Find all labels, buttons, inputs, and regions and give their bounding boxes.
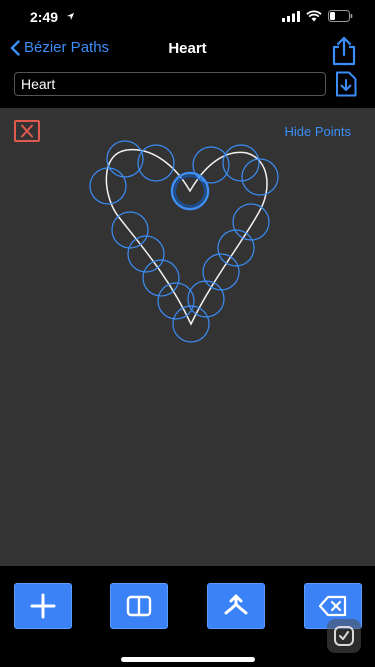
close-x-icon <box>14 120 40 142</box>
document-download-icon <box>336 71 357 97</box>
share-icon <box>332 36 356 66</box>
control-point[interactable] <box>89 167 127 205</box>
navigation-bar: Bézier Paths Heart <box>0 34 375 66</box>
merge-button[interactable] <box>207 583 265 629</box>
status-indicators <box>282 10 353 22</box>
location-arrow-icon <box>66 12 75 21</box>
add-point-button[interactable] <box>14 583 72 629</box>
path-name-row <box>0 66 375 108</box>
control-point[interactable] <box>137 144 175 182</box>
control-point[interactable] <box>232 203 270 241</box>
page-title: Heart <box>168 40 207 57</box>
save-file-button[interactable] <box>334 71 358 97</box>
split-view-icon <box>126 595 152 617</box>
merge-icon <box>224 594 248 615</box>
floating-shortcut-icon[interactable] <box>327 619 361 653</box>
plus-icon <box>30 593 56 619</box>
checkmark-shield-icon <box>334 626 354 646</box>
delete-backward-icon <box>318 595 347 617</box>
status-bar: 2:49 <box>0 0 375 34</box>
control-point[interactable] <box>241 158 279 196</box>
status-time: 2:49 <box>30 9 59 25</box>
split-button[interactable] <box>110 583 168 629</box>
cellular-signal-icon <box>282 10 300 22</box>
path-name-input[interactable] <box>14 72 326 96</box>
clear-path-button[interactable] <box>14 120 40 142</box>
battery-icon <box>328 10 353 22</box>
bottom-toolbar <box>0 566 375 667</box>
bezier-drawing <box>89 140 279 343</box>
hide-points-button[interactable]: Hide Points <box>285 124 351 139</box>
drawing-canvas[interactable]: Hide Points <box>0 108 375 566</box>
control-point[interactable] <box>127 235 165 273</box>
wifi-icon <box>306 10 322 22</box>
home-indicator <box>121 657 255 662</box>
share-button[interactable] <box>330 36 358 66</box>
control-points <box>89 140 279 343</box>
